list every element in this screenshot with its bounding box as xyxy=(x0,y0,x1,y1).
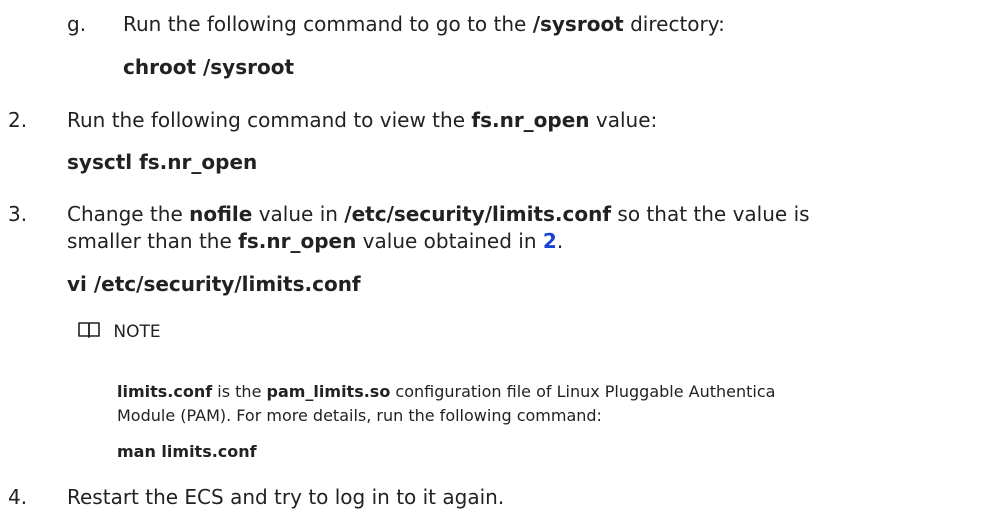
note-line2: Module (PAM). For more details, run the … xyxy=(117,406,602,425)
step-2-text: Run the following command to view the fs… xyxy=(67,108,657,132)
step-3-line2-before: smaller than the xyxy=(67,229,239,253)
step-g-text-before: Run the following command to go to the xyxy=(123,12,533,36)
step-3-line2-after: . xyxy=(556,229,564,253)
step-4-marker: 4. xyxy=(8,485,28,509)
step-2-param: fs.nr_open xyxy=(471,108,590,132)
note-line1: limits.conf is the pam_limits.so configu… xyxy=(117,382,775,401)
book-icon xyxy=(78,322,100,338)
note-command: man limits.conf xyxy=(117,442,257,461)
note-text2: configuration file of Linux Pluggable Au… xyxy=(390,382,776,401)
step-2-marker: 2. xyxy=(8,108,28,132)
step-3-param: fs.nr_open xyxy=(238,229,357,253)
step-g-marker: g. xyxy=(67,12,87,36)
step-g-text-after: directory: xyxy=(623,12,725,36)
note-file: limits.conf xyxy=(117,382,213,401)
step-3-line1-after: so that the value is xyxy=(611,202,810,226)
step-g-text: Run the following command to go to the /… xyxy=(123,12,725,36)
step-3-file: /etc/security/limits.conf xyxy=(344,202,612,226)
step-g-command: chroot /sysroot xyxy=(123,55,295,79)
step-4-text: Restart the ECS and try to log in to it … xyxy=(67,485,505,509)
step-3-command: vi /etc/security/limits.conf xyxy=(67,272,361,296)
step-2-text-before: Run the following command to view the xyxy=(67,108,472,132)
step-g-path: /sysroot xyxy=(532,12,624,36)
note-header: NOTE xyxy=(77,318,161,342)
note-text1: is the xyxy=(212,382,267,401)
step-2-command: sysctl fs.nr_open xyxy=(67,150,258,174)
step-3-nofile: nofile xyxy=(189,202,253,226)
note-module: pam_limits.so xyxy=(266,382,391,401)
step-3-line1-before: Change the xyxy=(67,202,190,226)
step-3-line1: Change the nofile value in /etc/security… xyxy=(67,202,810,226)
step-3-line2: smaller than the fs.nr_open value obtain… xyxy=(67,229,563,253)
step-2-text-after: value: xyxy=(589,108,658,132)
note-label: NOTE xyxy=(113,322,161,342)
step-3-line2-mid: value obtained in xyxy=(356,229,543,253)
step-3-line1-mid: value in xyxy=(252,202,345,226)
step-2-reference-link[interactable]: 2 xyxy=(543,229,557,253)
step-3-marker: 3. xyxy=(8,202,28,226)
